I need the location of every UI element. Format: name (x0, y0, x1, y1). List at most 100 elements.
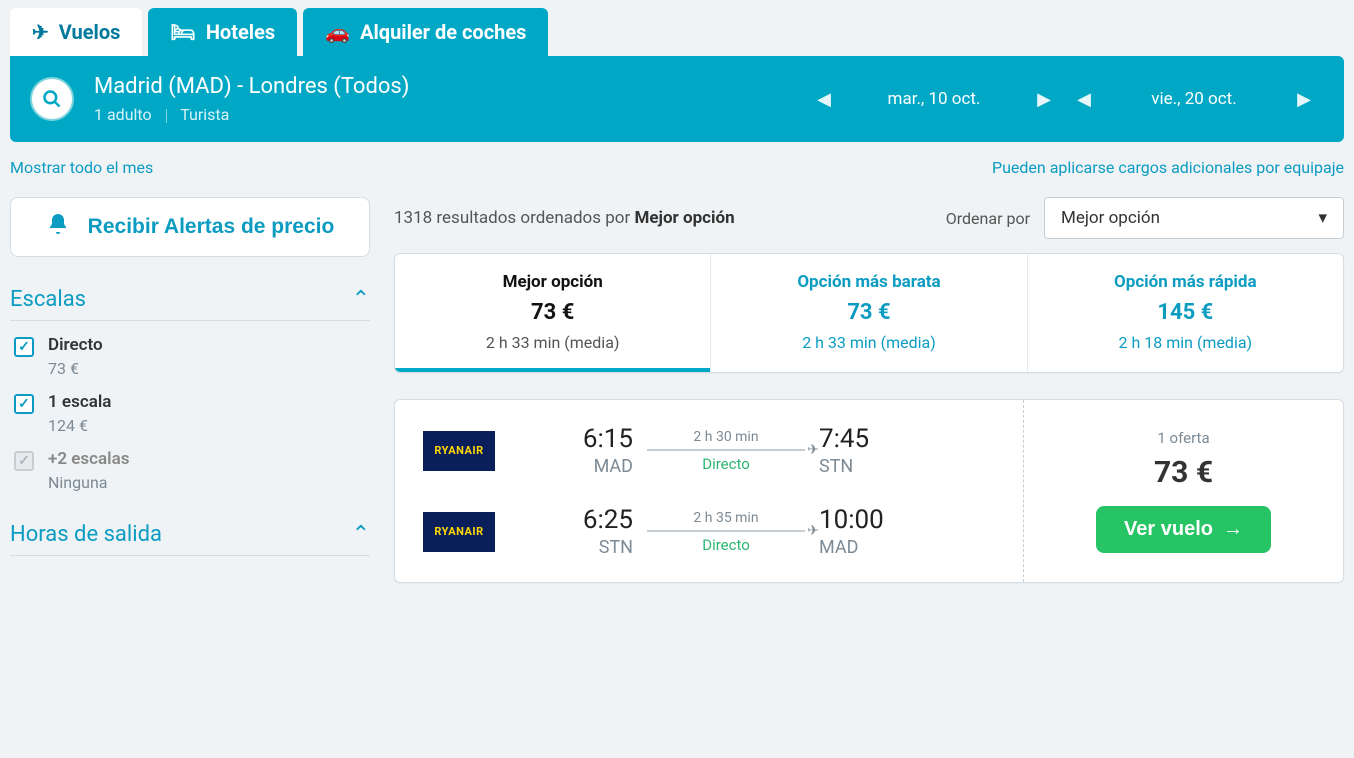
tab-cars-label: Alquiler de coches (360, 20, 526, 44)
sort-option-card[interactable]: Opción más rápida 145 € 2 h 18 min (media) (1027, 254, 1343, 372)
plane-icon: ✈ (807, 523, 819, 539)
option-price: 73 € (403, 300, 702, 325)
stop-checkbox (14, 451, 34, 471)
stop-checkbox[interactable] (14, 394, 34, 414)
arrow-right-icon: → (1223, 518, 1243, 541)
car-icon: 🚗 (325, 20, 350, 44)
results-summary: 1318 resultados ordenados por Mejor opci… (394, 208, 735, 228)
result-card: RYANAIR 6:15 MAD 2 h 30 min ✈ Directo 7:… (394, 399, 1344, 583)
price-alert-button[interactable]: Recibir Alertas de precio (10, 197, 370, 257)
inbound-arr: 10:00 MAD (819, 505, 949, 558)
results-count: 1318 resultados ordenados por (394, 208, 634, 228)
stop-label: Directo (48, 335, 103, 355)
chevron-up-icon: ⌃ (352, 522, 370, 547)
tab-flights-label: Vuelos (59, 20, 121, 44)
baggage-fees-link[interactable]: Pueden aplicarse cargos adicionales por … (992, 158, 1344, 177)
depart-date[interactable]: mar., 10 oct. (854, 89, 1014, 109)
depart-date-block: ◀ mar., 10 oct. ▶ (804, 89, 1064, 110)
tab-flights[interactable]: ✈ Vuelos (10, 8, 142, 56)
bell-icon (46, 212, 70, 242)
results-content: 1318 resultados ordenados por Mejor opci… (394, 197, 1344, 583)
divider (166, 109, 167, 123)
stop-price: Ninguna (48, 473, 129, 492)
stop-checkbox[interactable] (14, 337, 34, 357)
sort-value: Mejor opción (1061, 208, 1160, 228)
option-detail: 2 h 18 min (media) (1036, 333, 1335, 352)
sort-option-card[interactable]: Mejor opción 73 € 2 h 33 min (media) (395, 254, 710, 372)
sort-option-card[interactable]: Opción más barata 73 € 2 h 33 min (media) (710, 254, 1026, 372)
airline-logo: RYANAIR (423, 512, 495, 552)
search-button[interactable] (30, 77, 74, 121)
date-nav: ◀ mar., 10 oct. ▶ ◀ vie., 20 oct. ▶ (804, 89, 1324, 110)
flight-legs: RYANAIR 6:15 MAD 2 h 30 min ✈ Directo 7:… (395, 400, 1023, 582)
inbound-duration: 2 h 35 min (647, 510, 805, 526)
option-detail: 2 h 33 min (media) (403, 333, 702, 352)
return-date-block: ◀ vie., 20 oct. ▶ (1064, 89, 1324, 110)
airline-logo: RYANAIR (423, 431, 495, 471)
option-detail: 2 h 33 min (media) (719, 333, 1018, 352)
outbound-arr: 7:45 STN (819, 424, 949, 477)
plane-icon: ✈ (32, 20, 49, 44)
tab-hotels-label: Hoteles (206, 20, 275, 44)
inbound-arr-code: MAD (819, 537, 949, 558)
dropdown-icon: ▾ (1318, 208, 1327, 228)
outbound-type: Directo (647, 455, 805, 473)
depart-next[interactable]: ▶ (1034, 89, 1054, 110)
inbound-dep-time: 6:25 (503, 505, 633, 535)
outbound-duration: 2 h 30 min (647, 429, 805, 445)
option-price: 145 € (1036, 300, 1335, 325)
stop-label: 1 escala (48, 392, 111, 412)
bed-icon: 🛏 (170, 20, 195, 44)
return-next[interactable]: ▶ (1294, 89, 1314, 110)
main-tabs: ✈ Vuelos 🛏 Hoteles 🚗 Alquiler de coches (0, 0, 1354, 56)
subheader: Mostrar todo el mes Pueden aplicarse car… (0, 142, 1354, 187)
return-prev[interactable]: ◀ (1074, 89, 1094, 110)
show-month-link[interactable]: Mostrar todo el mes (10, 158, 153, 177)
search-route[interactable]: Madrid (MAD) - Londres (Todos) (94, 74, 409, 99)
depart-prev[interactable]: ◀ (814, 89, 834, 110)
inbound-route: 2 h 35 min ✈ Directo (641, 510, 811, 554)
inbound-dep-code: STN (503, 537, 633, 558)
view-flight-button[interactable]: Ver vuelo → (1096, 506, 1271, 553)
return-date[interactable]: vie., 20 oct. (1114, 89, 1274, 109)
card-price: 73 € (1154, 455, 1213, 490)
results-sort-name: Mejor opción (634, 208, 734, 228)
outbound-dep-time: 6:15 (503, 424, 633, 454)
outbound-leg: RYANAIR 6:15 MAD 2 h 30 min ✈ Directo 7:… (423, 424, 1013, 477)
filter-stop-item: Directo 73 € (10, 321, 370, 378)
option-title: Opción más rápida (1036, 272, 1335, 292)
outbound-dep: 6:15 MAD (503, 424, 633, 477)
outbound-route: 2 h 30 min ✈ Directo (641, 429, 811, 473)
price-alert-label: Recibir Alertas de precio (88, 213, 335, 240)
sort-label: Ordenar por (946, 209, 1030, 228)
chevron-up-icon: ⌃ (352, 287, 370, 312)
sort-select[interactable]: Mejor opción ▾ (1044, 197, 1344, 239)
stop-label: +2 escalas (48, 449, 129, 469)
option-price: 73 € (719, 300, 1018, 325)
tab-hotels[interactable]: 🛏 Hoteles (148, 8, 297, 56)
inbound-leg: RYANAIR 6:25 STN 2 h 35 min ✈ Directo 10… (423, 505, 1013, 558)
offers-count: 1 oferta (1157, 429, 1209, 447)
outbound-arr-code: STN (819, 456, 949, 477)
sidebar: Recibir Alertas de precio Escalas ⌃ Dire… (10, 197, 370, 556)
inbound-arr-time: 10:00 (819, 505, 949, 535)
tab-cars[interactable]: 🚗 Alquiler de coches (303, 8, 548, 56)
sort-options-row: Mejor opción73 €2 h 33 min (media)Opción… (394, 253, 1344, 373)
filter-departure-header[interactable]: Horas de salida ⌃ (10, 522, 370, 555)
filter-departure: Horas de salida ⌃ (10, 522, 370, 556)
filter-stops-title: Escalas (10, 287, 86, 312)
search-bar: Madrid (MAD) - Londres (Todos) 1 adulto … (10, 56, 1344, 142)
filter-stops-header[interactable]: Escalas ⌃ (10, 287, 370, 320)
search-meta: 1 adulto Turista (94, 105, 409, 124)
pax-label: 1 adulto (94, 105, 152, 124)
stop-price: 73 € (48, 359, 103, 378)
filter-stop-item: +2 escalas Ninguna (10, 435, 370, 492)
option-title: Mejor opción (403, 272, 702, 292)
option-title: Opción más barata (719, 272, 1018, 292)
search-icon (42, 89, 62, 109)
divider (10, 555, 370, 556)
cabin-label: Turista (180, 105, 229, 124)
plane-icon: ✈ (807, 442, 819, 458)
inbound-dep: 6:25 STN (503, 505, 633, 558)
outbound-arr-time: 7:45 (819, 424, 949, 454)
